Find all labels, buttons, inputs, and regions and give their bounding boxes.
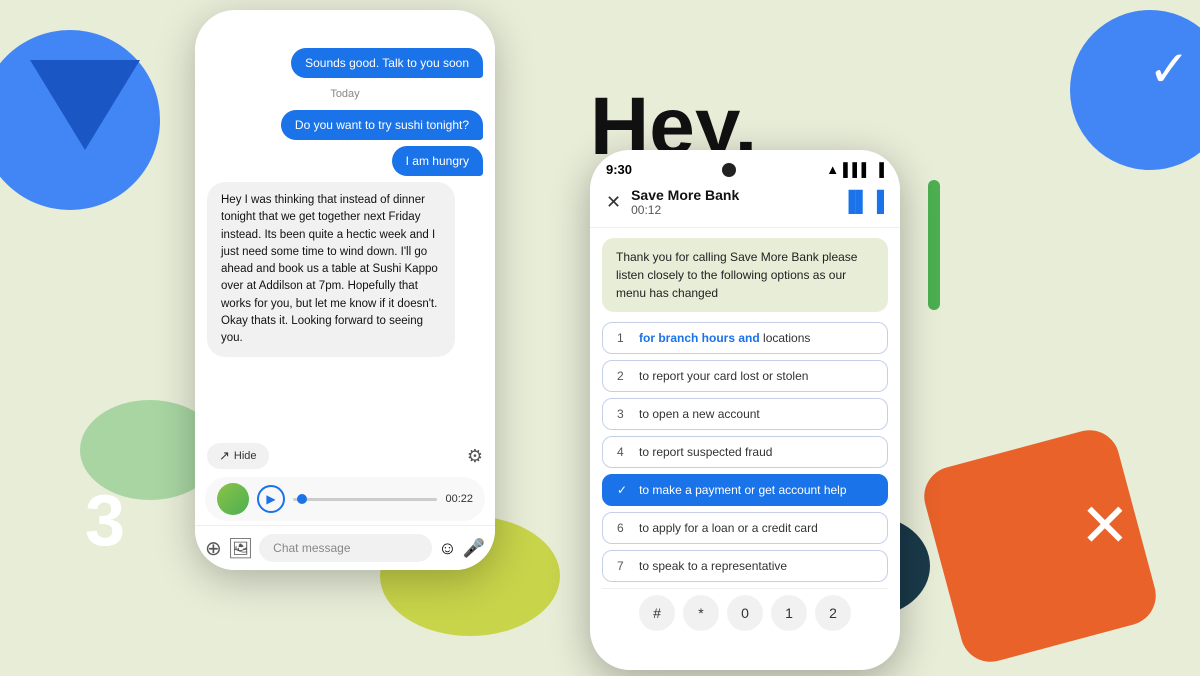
close-call-icon[interactable]: ✕: [606, 192, 621, 213]
add-icon[interactable]: ⊕: [205, 536, 222, 561]
hide-button[interactable]: ↗ Hide: [207, 443, 269, 469]
phone2-call-bar: ✕ Save More Bank 00:12 ▐▌▐: [590, 177, 900, 228]
option-text-2: to report your card lost or stolen: [639, 369, 808, 383]
phone2-bank: 9:30 ▲ ▌▌▌ ▐ ✕ Save More Bank 00:12 ▐▌▐ …: [590, 150, 900, 670]
msg-bubble-outgoing-3: I am hungry: [392, 146, 483, 176]
bg-number-3: 3: [85, 480, 125, 562]
bg-cross-decoration: ✕: [1080, 496, 1130, 556]
bank-btn-star[interactable]: *: [683, 595, 719, 631]
hide-icon: ↗: [219, 448, 230, 464]
image-icon[interactable]: 🖼: [228, 536, 253, 561]
audio-row: ▶ 00:22: [205, 477, 485, 521]
audio-time: 00:22: [445, 493, 473, 505]
check-icon: ✓: [1148, 40, 1190, 98]
msg-date: Today: [207, 88, 483, 100]
emoji-icon[interactable]: ☺: [438, 538, 456, 559]
play-button[interactable]: ▶: [257, 485, 285, 513]
bank-btn-2[interactable]: 2: [815, 595, 851, 631]
option-num-2: 2: [617, 369, 631, 383]
waveform-icon: ▐▌▐: [841, 191, 884, 214]
msg-bubble-outgoing-1: Sounds good. Talk to you soon: [291, 48, 483, 78]
signal-icon: ▌▌▌: [843, 162, 871, 177]
msg-bubble-outgoing-2: Do you want to try sushi tonight?: [281, 110, 483, 140]
bank-btn-0[interactable]: 0: [727, 595, 763, 631]
option-num-6: 6: [617, 521, 631, 535]
option-text-1: for branch hours and locations: [639, 331, 810, 345]
audio-dot: [297, 494, 307, 504]
bank-option-2[interactable]: 2 to report your card lost or stolen: [602, 360, 888, 392]
phone2-status-bar: 9:30 ▲ ▌▌▌ ▐: [590, 150, 900, 177]
bank-option-4[interactable]: 4 to report suspected fraud: [602, 436, 888, 468]
option-text-5: to make a payment or get account help: [639, 483, 846, 497]
option-num-1: 1: [617, 331, 631, 345]
message-area: Sounds good. Talk to you soon Today Do y…: [195, 38, 495, 439]
bank-content: Thank you for calling Save More Bank ple…: [590, 228, 900, 658]
battery-icon: ▐: [875, 162, 884, 177]
option-num-7: 7: [617, 559, 631, 573]
mic-icon[interactable]: 🎤: [463, 538, 485, 559]
call-timer: 00:12: [631, 203, 831, 217]
phone1-screen: Sounds good. Talk to you soon Today Do y…: [195, 38, 495, 570]
hide-label: Hide: [234, 450, 257, 462]
bank-option-5[interactable]: ✓ to make a payment or get account help: [602, 474, 888, 506]
avatar: [217, 483, 249, 515]
option-text-3: to open a new account: [639, 407, 760, 421]
phone1-messages: Sounds good. Talk to you soon Today Do y…: [195, 10, 495, 570]
message-input-bar: ⊕ 🖼 Chat message ☺ 🎤: [195, 525, 495, 570]
option-highlight-1: for branch hours and: [639, 331, 760, 345]
bank-greeting: Thank you for calling Save More Bank ple…: [602, 238, 888, 312]
chat-input[interactable]: Chat message: [259, 534, 432, 562]
option-num-4: 4: [617, 445, 631, 459]
message-actions: ↗ Hide ⚙: [195, 439, 495, 473]
wifi-icon: ▲: [826, 162, 839, 177]
settings-icon[interactable]: ⚙: [467, 446, 483, 467]
bank-bottom-row: # * 0 1 2: [602, 588, 888, 637]
check-selected-icon: ✓: [617, 483, 627, 497]
bank-option-1[interactable]: 1 for branch hours and locations: [602, 322, 888, 354]
bg-triangle: [30, 60, 140, 150]
bank-btn-hash[interactable]: #: [639, 595, 675, 631]
bg-green-bar-right: [928, 180, 940, 310]
phone1-notch: [295, 10, 395, 38]
msg-bubble-incoming: Hey I was thinking that instead of dinne…: [207, 182, 455, 357]
audio-progress[interactable]: [293, 498, 437, 501]
phone2-signal-icons: ▲ ▌▌▌ ▐: [826, 162, 884, 177]
bank-info: Save More Bank 00:12: [631, 187, 831, 217]
phone2-time: 9:30: [606, 162, 632, 177]
bank-option-3[interactable]: 3 to open a new account: [602, 398, 888, 430]
option-text-4: to report suspected fraud: [639, 445, 772, 459]
phone2-camera: [722, 163, 736, 177]
bank-name: Save More Bank: [631, 187, 831, 203]
bank-btn-1[interactable]: 1: [771, 595, 807, 631]
bank-option-6[interactable]: 6 to apply for a loan or a credit card: [602, 512, 888, 544]
option-num-3: 3: [617, 407, 631, 421]
bank-option-7[interactable]: 7 to speak to a representative: [602, 550, 888, 582]
option-text-6: to apply for a loan or a credit card: [639, 521, 818, 535]
option-text-7: to speak to a representative: [639, 559, 787, 573]
